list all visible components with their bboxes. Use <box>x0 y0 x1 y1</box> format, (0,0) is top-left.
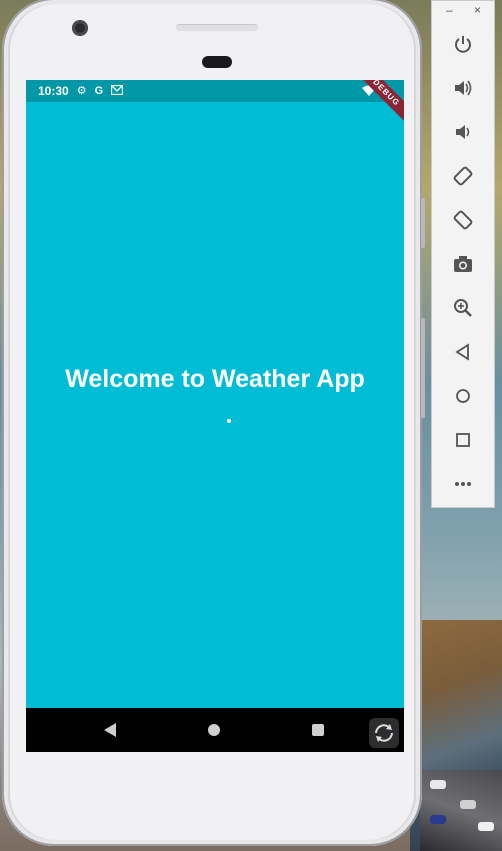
rotate-left-icon <box>453 166 473 186</box>
loading-indicator <box>227 419 231 423</box>
minimize-button[interactable]: – <box>446 3 453 17</box>
proximity-sensor <box>202 56 232 68</box>
close-button[interactable]: × <box>474 3 481 17</box>
rotate-right-icon <box>453 210 473 230</box>
status-time: 10:30 <box>38 84 69 98</box>
google-icon: G <box>94 85 104 97</box>
home-circle-icon <box>456 389 470 403</box>
more-button[interactable] <box>448 469 478 499</box>
camera-icon <box>454 256 472 272</box>
volume-up-icon <box>455 80 472 96</box>
overview-square-icon <box>456 433 470 447</box>
overview-button[interactable] <box>448 425 478 455</box>
volume-down-button[interactable] <box>448 117 478 147</box>
side-button <box>421 198 425 248</box>
front-camera <box>72 20 88 36</box>
more-dots-icon <box>455 482 471 486</box>
volume-up-button[interactable] <box>448 73 478 103</box>
emulator-toolbar: – × <box>431 0 495 508</box>
rotate-right-button[interactable] <box>448 205 478 235</box>
rotate-icon <box>375 724 393 742</box>
back-triangle-icon <box>455 343 469 361</box>
home-button[interactable] <box>448 381 478 411</box>
wallpaper-car <box>430 815 446 824</box>
nav-home-button[interactable] <box>208 724 220 736</box>
gmail-icon <box>110 84 124 98</box>
status-bar: 10:30 ⚙ G <box>26 80 404 102</box>
earpiece-speaker <box>176 24 258 31</box>
nav-recents-button[interactable] <box>312 724 324 736</box>
power-button[interactable] <box>448 29 478 59</box>
zoom-button[interactable] <box>448 293 478 323</box>
wallpaper-car <box>478 822 494 831</box>
zoom-icon <box>454 299 472 317</box>
back-button[interactable] <box>448 337 478 367</box>
wallpaper-car <box>430 780 446 789</box>
screenshot-button[interactable] <box>448 249 478 279</box>
settings-icon: ⚙ <box>76 85 87 97</box>
nav-back-button[interactable] <box>104 723 116 737</box>
power-icon <box>455 36 471 53</box>
rotate-left-button[interactable] <box>448 161 478 191</box>
navigation-bar <box>26 708 404 752</box>
side-button <box>421 318 425 418</box>
welcome-title: Welcome to Weather App <box>65 365 365 393</box>
rotate-suggestion-button[interactable] <box>369 718 399 748</box>
app-screen: 10:30 ⚙ G DEBUG Welcome to Weather App <box>26 80 404 752</box>
wallpaper-car <box>460 800 476 809</box>
volume-down-icon <box>456 125 470 139</box>
